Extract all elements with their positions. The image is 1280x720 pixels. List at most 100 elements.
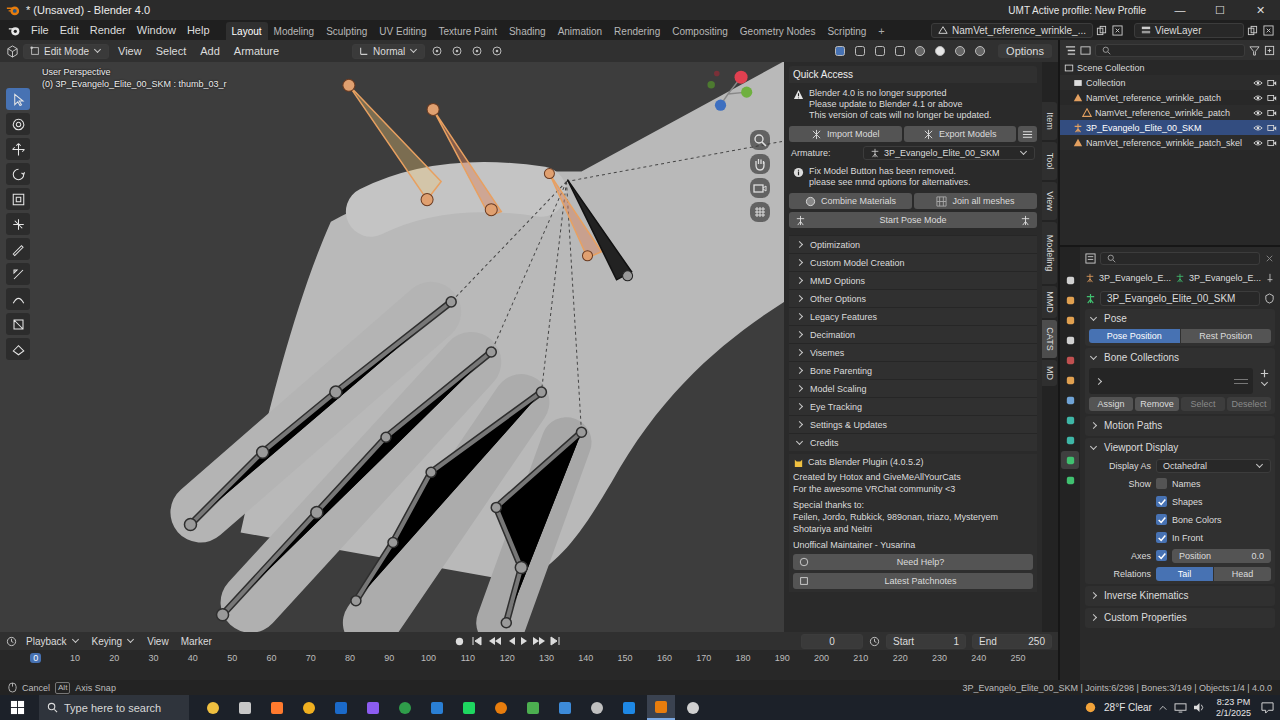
menu-button[interactable] bbox=[1018, 126, 1037, 142]
workspace-tab[interactable]: Shading bbox=[503, 22, 552, 40]
visibility-eye-icon[interactable] bbox=[1253, 93, 1263, 103]
workspace-tab[interactable]: Texture Paint bbox=[433, 22, 503, 40]
notification-icon[interactable] bbox=[1261, 701, 1274, 714]
workspace-tab[interactable]: Sculpting bbox=[320, 22, 373, 40]
join-meshes-button[interactable]: Join all meshes bbox=[914, 193, 1037, 209]
render-camera-icon[interactable] bbox=[1267, 123, 1277, 133]
taskbar-app[interactable] bbox=[679, 695, 707, 720]
properties-tab[interactable] bbox=[1061, 331, 1079, 349]
menu-item[interactable]: Help bbox=[182, 22, 215, 38]
properties-tab[interactable] bbox=[1061, 411, 1079, 429]
menu-item[interactable]: Render bbox=[85, 22, 131, 38]
grid-icon[interactable] bbox=[750, 202, 770, 222]
snap-icon[interactable] bbox=[471, 45, 483, 57]
render-camera-icon[interactable] bbox=[1267, 138, 1277, 148]
outliner-item[interactable]: NamVet_reference_wrinkle_patch bbox=[1060, 90, 1280, 105]
end-frame-field[interactable]: End250 bbox=[972, 634, 1052, 649]
tool-button[interactable] bbox=[6, 263, 30, 285]
menu-item[interactable]: Edit bbox=[55, 22, 84, 38]
section-header[interactable]: Model Scaling bbox=[789, 379, 1037, 397]
armature-dropdown[interactable]: 3P_Evangelo_Elite_00_SKM bbox=[863, 146, 1035, 160]
properties-tab[interactable] bbox=[1061, 471, 1079, 489]
tool-button[interactable] bbox=[6, 288, 30, 310]
section-header[interactable]: Legacy Features bbox=[789, 307, 1037, 325]
outliner-item[interactable]: Scene Collection bbox=[1060, 60, 1280, 75]
options-button[interactable]: Options bbox=[998, 44, 1052, 58]
bone-collection-button[interactable]: Assign bbox=[1089, 397, 1133, 411]
blender-menu-icon[interactable] bbox=[8, 24, 21, 37]
window-control-button[interactable]: ☐ bbox=[1200, 4, 1240, 17]
section-header[interactable]: Credits bbox=[789, 433, 1037, 451]
close-icon[interactable] bbox=[1112, 25, 1123, 36]
segment-button[interactable]: Rest Position bbox=[1181, 329, 1272, 343]
tool-button[interactable] bbox=[6, 338, 30, 360]
overlay-icon[interactable] bbox=[874, 45, 886, 57]
zoom-icon[interactable] bbox=[750, 130, 770, 150]
taskbar-app[interactable] bbox=[295, 695, 323, 720]
timeline-menu[interactable]: Marker bbox=[178, 636, 215, 647]
checkbox[interactable] bbox=[1156, 478, 1167, 489]
workspace-tab[interactable]: Layout bbox=[226, 22, 268, 40]
checkbox[interactable] bbox=[1156, 514, 1167, 525]
snap-icon[interactable] bbox=[451, 45, 463, 57]
taskbar-app[interactable] bbox=[615, 695, 643, 720]
section-header[interactable]: Eye Tracking bbox=[789, 397, 1037, 415]
taskbar-app[interactable] bbox=[359, 695, 387, 720]
start-pose-mode-button[interactable]: Start Pose Mode bbox=[789, 212, 1037, 228]
camera-icon[interactable] bbox=[750, 178, 770, 198]
tool-button[interactable] bbox=[6, 238, 30, 260]
outliner-item[interactable]: NamVet_reference_wrinkle_patch bbox=[1060, 105, 1280, 120]
display-mode-icon[interactable] bbox=[1080, 45, 1091, 56]
render-camera-icon[interactable] bbox=[1267, 78, 1277, 88]
panel-header[interactable]: Motion Paths bbox=[1089, 418, 1271, 433]
visibility-eye-icon[interactable] bbox=[1253, 108, 1263, 118]
export-models-button[interactable]: Export Models bbox=[904, 126, 1017, 142]
mode-dropdown[interactable]: Edit Mode bbox=[23, 44, 109, 59]
timeline-ruler[interactable]: 0102030405060708090100110120130140150160… bbox=[0, 650, 1058, 680]
segment-button[interactable]: Pose Position bbox=[1089, 329, 1180, 343]
sidebar-tab[interactable]: MMD bbox=[1042, 286, 1057, 318]
panel-header[interactable]: Inverse Kinematics bbox=[1089, 588, 1271, 603]
taskbar-app[interactable] bbox=[263, 695, 291, 720]
outliner-search[interactable] bbox=[1095, 44, 1245, 57]
network-icon[interactable] bbox=[1174, 702, 1187, 713]
properties-tab[interactable] bbox=[1061, 311, 1079, 329]
tool-button[interactable] bbox=[6, 163, 30, 185]
properties-tab[interactable] bbox=[1061, 271, 1079, 289]
shading-icon[interactable] bbox=[954, 45, 966, 57]
overlay-icon[interactable] bbox=[834, 45, 846, 57]
taskbar-app[interactable] bbox=[327, 695, 355, 720]
sidebar-tab[interactable]: Item bbox=[1042, 102, 1057, 140]
add-icon[interactable] bbox=[1259, 368, 1270, 379]
tool-button[interactable] bbox=[6, 188, 30, 210]
sidebar-tab[interactable]: Tool bbox=[1042, 142, 1057, 180]
viewport-menu-item[interactable]: View bbox=[113, 43, 147, 59]
snap-icon[interactable] bbox=[491, 45, 503, 57]
render-camera-icon[interactable] bbox=[1267, 93, 1277, 103]
sidebar-tab[interactable]: CATS bbox=[1042, 320, 1057, 358]
section-header[interactable]: Optimization bbox=[789, 235, 1037, 253]
workspace-tab[interactable]: Scripting bbox=[821, 22, 872, 40]
import-model-button[interactable]: Import Model bbox=[789, 126, 902, 142]
visibility-eye-icon[interactable] bbox=[1253, 138, 1263, 148]
section-header[interactable]: MMD Options bbox=[789, 271, 1037, 289]
window-control-button[interactable]: — bbox=[1160, 4, 1200, 17]
clock-icon[interactable] bbox=[869, 636, 880, 647]
taskbar-app[interactable] bbox=[455, 695, 483, 720]
properties-tab[interactable] bbox=[1061, 431, 1079, 449]
properties-tab[interactable] bbox=[1061, 351, 1079, 369]
taskbar-app[interactable] bbox=[487, 695, 515, 720]
credit-button[interactable]: Latest Patchnotes bbox=[793, 573, 1033, 589]
resize-grip-icon[interactable] bbox=[1234, 379, 1248, 384]
outliner-item[interactable]: NamVet_reference_wrinkle_patch_skel bbox=[1060, 135, 1280, 150]
view-layer-selector[interactable]: ViewLayer bbox=[1134, 23, 1244, 38]
menu-item[interactable]: File bbox=[26, 22, 54, 38]
copy-icon[interactable] bbox=[1247, 25, 1258, 36]
taskbar-app[interactable] bbox=[519, 695, 547, 720]
segment-button[interactable]: Tail bbox=[1156, 567, 1213, 581]
bone-collection-button[interactable]: Remove bbox=[1135, 397, 1179, 411]
properties-tab[interactable] bbox=[1061, 451, 1079, 469]
workspace-tab[interactable]: Animation bbox=[552, 22, 608, 40]
taskbar-app[interactable] bbox=[583, 695, 611, 720]
section-header[interactable]: Decimation bbox=[789, 325, 1037, 343]
